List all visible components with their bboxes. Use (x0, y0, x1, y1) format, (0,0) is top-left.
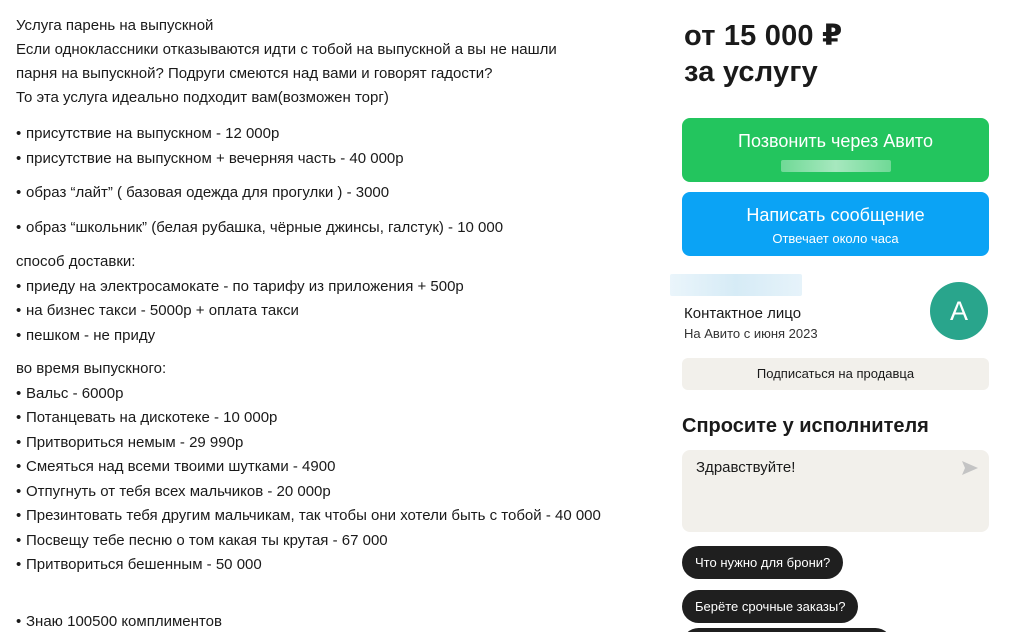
write-message-button[interactable]: Написать сообщение Отвечает около часа (682, 192, 989, 256)
write-message-label: Написать сообщение (746, 205, 925, 225)
seller-type: Контактное лицо (684, 305, 802, 322)
delivery-heading: способ доставки: (16, 253, 136, 270)
ask-message-box (682, 450, 989, 532)
price-list-item: • присутствие на выпускном + вечерняя час… (16, 149, 404, 167)
call-button-label: Позвонить через Авито (738, 131, 933, 151)
seller-since: На Авито с июня 2023 (684, 326, 818, 341)
quick-question-chip[interactable]: Берёте срочные заказы? (682, 590, 859, 623)
hidden-phone (780, 160, 891, 172)
delivery-item: • пешком - не приду (16, 326, 156, 344)
seller-name-blurred[interactable] (670, 274, 802, 296)
price-value: от 15 000 ₽ (684, 20, 843, 52)
price: от 15 000 ₽ за услугу (684, 18, 842, 90)
during-item: • Отпугнуть от тебя всех мальчиков - 20 0… (16, 482, 331, 500)
ask-title: Спросите у исполнителя (682, 415, 929, 437)
subscribe-button[interactable]: Подписаться на продавца (682, 358, 989, 390)
during-heading: во время выпускного: (16, 360, 167, 377)
description-text: То эта услуга идеально подходит вам(возм… (16, 89, 389, 106)
response-time: Отвечает около часа (772, 231, 899, 246)
during-item: • Притвориться немым - 29 990р (16, 433, 244, 451)
call-button[interactable]: Позвонить через Авито (682, 118, 989, 182)
description-text: парня на выпускной? Подруги смеются над … (16, 65, 493, 82)
ask-message-input[interactable] (696, 459, 946, 476)
during-item: • Смеяться над всеми твоими шутками - 490… (16, 458, 336, 475)
quick-question-chip[interactable] (682, 628, 892, 632)
during-item: • Притвориться бешенным - 50 000 (16, 556, 262, 573)
during-item: • Потанцевать на дискотеке - 10 000р (16, 409, 278, 426)
send-arrow-icon[interactable] (961, 460, 979, 476)
description-title: Услуга парень на выпускной (16, 17, 214, 34)
quick-question-chip[interactable]: Что нужно для брони? (682, 546, 844, 579)
avatar[interactable]: А (930, 282, 988, 340)
price-unit: за услугу (684, 56, 818, 88)
during-item: • Посвещу тебе песню о том какая ты крута… (16, 531, 388, 549)
price-list-item: • образ “лайт” ( базовая одежда для прогу… (16, 184, 390, 201)
during-item: • Вальс - 6000р (16, 384, 124, 402)
price-list-item: • образ “школьник” (белая рубашка, чёрные… (16, 219, 504, 236)
service-description: Услуга парень на выпускной Если одноклас… (16, 14, 656, 630)
during-item: • Знаю 100500 комплиментов (16, 613, 222, 630)
delivery-item: • на бизнес такси - 5000р + оплата такси (16, 302, 299, 319)
price-list-item: • присутствие на выпускном - 12 000р (16, 125, 280, 142)
during-item: • Презинтовать тебя другим мальчикам, так… (16, 507, 601, 524)
delivery-item: • приеду на электросамокате - по тарифу и… (16, 277, 464, 295)
description-text: Если одноклассники отказываются идти с т… (16, 41, 557, 58)
